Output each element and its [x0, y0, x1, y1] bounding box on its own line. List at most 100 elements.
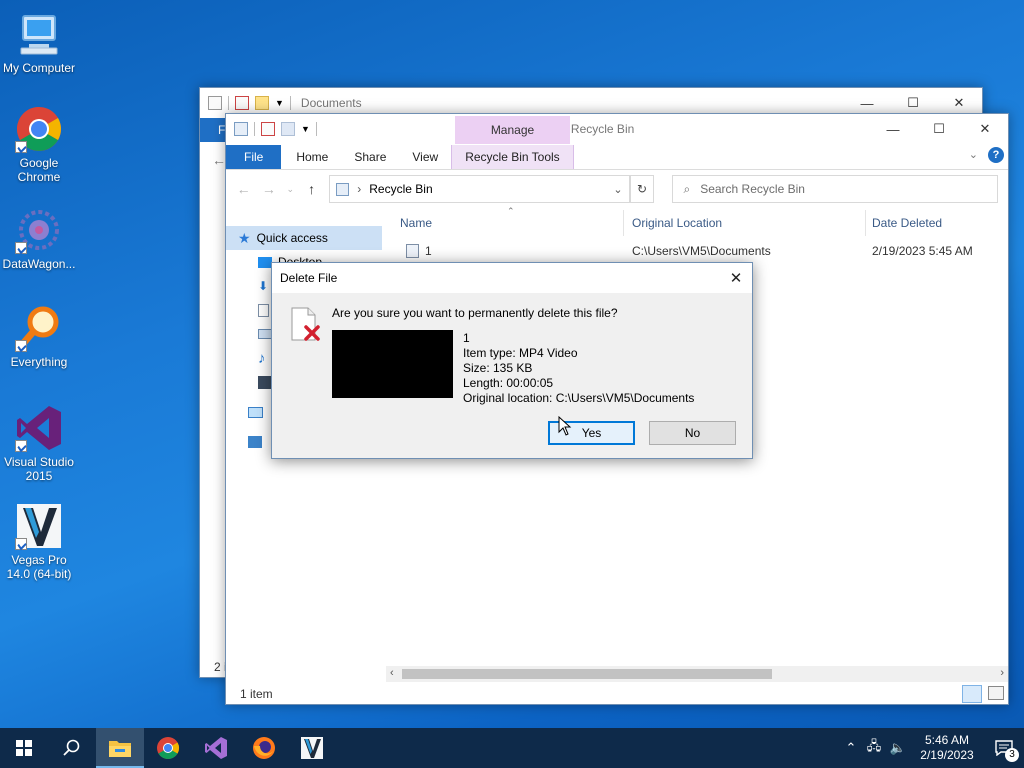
desktop-icon-label: Google Chrome: [17, 156, 61, 184]
scroll-left-icon[interactable]: ‹: [390, 667, 394, 679]
nav-quick-access[interactable]: ★ Quick access: [226, 226, 382, 250]
forward-arrow-icon[interactable]: →: [261, 181, 276, 197]
search-icon: ⌕: [683, 181, 691, 196]
maximize-button[interactable]: ☐: [916, 114, 962, 144]
network-icon: [248, 436, 262, 448]
tab-view[interactable]: View: [399, 145, 451, 169]
clock[interactable]: 5:46 AM 2/19/2023: [910, 733, 984, 763]
recycle-bin-small-icon: [336, 182, 350, 196]
refresh-button[interactable]: ↻: [629, 175, 655, 203]
taskbar-vegas-pro[interactable]: [288, 728, 336, 768]
status-bar: 1 item: [226, 684, 1008, 704]
properties-icon[interactable]: [208, 96, 222, 110]
windows-logo-icon: [16, 740, 32, 756]
desktop-icon-my-computer[interactable]: My Computer: [0, 10, 78, 75]
tab-share[interactable]: Share: [341, 145, 399, 169]
computer-icon: [248, 406, 263, 418]
dialog-question: Are you sure you want to permanently del…: [332, 306, 618, 320]
vegas-pro-icon: [301, 737, 323, 759]
desktop-icon-everything[interactable]: Everything: [0, 304, 78, 369]
video-thumbnail: [332, 330, 453, 398]
recycle-bin-icon[interactable]: [234, 122, 248, 136]
folder-icon[interactable]: [255, 96, 269, 110]
scroll-thumb[interactable]: [402, 669, 772, 679]
file-name: 1: [425, 244, 432, 258]
dialog-title: Delete File: [280, 271, 338, 285]
video-film-icon: [258, 375, 271, 389]
checkmark-icon[interactable]: [261, 122, 275, 136]
up-arrow-icon[interactable]: ↑: [304, 181, 319, 197]
recycle-bin-titlebar[interactable]: ▼ Manage Recycle Bin — ☐ ✕: [226, 114, 1008, 144]
shortcut-arrow-icon: [15, 242, 27, 254]
navigation-bar: ← → ⌄ ↑ › Recycle Bin ⌄ ↻ ⌕ Search Recyc…: [226, 170, 1008, 208]
show-hidden-icons-chevron-icon[interactable]: ⌃: [840, 740, 862, 756]
scroll-right-icon[interactable]: ›: [1000, 667, 1004, 679]
expand-ribbon-chevron-icon[interactable]: ⌄: [969, 148, 978, 161]
manage-context-tab[interactable]: Manage: [455, 116, 570, 144]
tab-home[interactable]: Home: [281, 145, 341, 169]
document-icon: [258, 303, 269, 317]
chrome-icon: [15, 105, 63, 153]
horizontal-scrollbar[interactable]: ‹ ›: [386, 666, 1008, 682]
pictures-icon: [258, 329, 272, 339]
desktop-icon-visual-studio[interactable]: Visual Studio 2015: [0, 404, 78, 483]
taskbar-file-explorer[interactable]: [96, 728, 144, 768]
address-dropdown-icon[interactable]: ⌄: [613, 183, 622, 196]
back-arrow-icon[interactable]: ←: [212, 152, 226, 168]
file-size: Size: 135 KB: [463, 361, 533, 375]
no-button[interactable]: No: [649, 421, 736, 445]
clock-date: 2/19/2023: [920, 748, 974, 762]
checkmark-icon[interactable]: [235, 96, 249, 110]
shortcut-arrow-icon: [15, 340, 27, 352]
column-header-original-location[interactable]: Original Location: [626, 210, 866, 236]
dialog-close-button[interactable]: ✕: [720, 263, 752, 293]
table-row[interactable]: 1 C:\Users\VM5\Documents 2/19/2023 5:45 …: [394, 240, 1006, 262]
minimize-button[interactable]: —: [870, 114, 916, 144]
chrome-icon: [157, 737, 179, 759]
desktop-icon-label: Vegas Pro 14.0 (64-bit): [6, 553, 72, 581]
delete-file-dialog[interactable]: Delete File ✕ Are you sure you want to p…: [271, 262, 753, 459]
desktop-icon-datawagon[interactable]: DataWagon...: [0, 206, 78, 271]
tab-recycle-bin-tools[interactable]: Recycle Bin Tools: [451, 145, 574, 169]
search-box[interactable]: ⌕ Search Recycle Bin: [672, 175, 998, 203]
action-center-button[interactable]: 3: [984, 728, 1024, 768]
chevron-down-icon[interactable]: ▼: [301, 124, 310, 134]
help-icon[interactable]: ?: [988, 147, 1004, 163]
taskbar-visual-studio[interactable]: [192, 728, 240, 768]
visual-studio-icon: [205, 737, 227, 759]
recent-locations-chevron-icon[interactable]: ⌄: [286, 184, 294, 195]
desktop-icon-label: My Computer: [2, 61, 76, 75]
datawagon-icon: [15, 206, 63, 254]
desktop-icon-vegas-pro[interactable]: Vegas Pro 14.0 (64-bit): [0, 502, 78, 581]
music-note-icon: ♪: [258, 349, 266, 367]
search-button[interactable]: [48, 728, 96, 768]
start-button[interactable]: [0, 728, 48, 768]
volume-icon[interactable]: 🔈: [886, 740, 910, 756]
window-title: Documents: [300, 96, 362, 110]
taskbar-chrome[interactable]: [144, 728, 192, 768]
desktop-icon-google-chrome[interactable]: Google Chrome: [0, 105, 78, 184]
blank-document-icon[interactable]: [281, 122, 295, 136]
search-icon: [63, 739, 80, 756]
shortcut-arrow-icon: [15, 440, 27, 452]
dialog-titlebar[interactable]: Delete File: [272, 263, 752, 293]
tab-file[interactable]: File: [226, 145, 282, 169]
shortcut-arrow-icon: [15, 141, 27, 153]
details-view-icon[interactable]: [962, 685, 982, 703]
column-header-name[interactable]: Name: [394, 210, 624, 236]
column-header-date-deleted[interactable]: Date Deleted: [866, 210, 1006, 236]
address-bar[interactable]: › Recycle Bin ⌄: [329, 175, 630, 203]
file-original-location: Original location: C:\Users\VM5\Document…: [463, 391, 695, 405]
file-name: 1: [463, 331, 470, 345]
back-arrow-icon[interactable]: ←: [236, 181, 251, 197]
large-icons-view-icon[interactable]: [988, 686, 1004, 700]
search-input[interactable]: Search Recycle Bin: [700, 182, 805, 196]
shortcut-arrow-icon: [15, 538, 27, 550]
network-icon[interactable]: 🖧: [862, 737, 886, 759]
breadcrumb-separator-icon[interactable]: ›: [357, 182, 361, 196]
file-tab[interactable]: F: [200, 118, 226, 142]
taskbar-firefox[interactable]: [240, 728, 288, 768]
close-button[interactable]: ✕: [962, 114, 1008, 144]
chevron-down-icon[interactable]: ▼: [275, 98, 284, 108]
address-path[interactable]: Recycle Bin: [369, 182, 605, 196]
